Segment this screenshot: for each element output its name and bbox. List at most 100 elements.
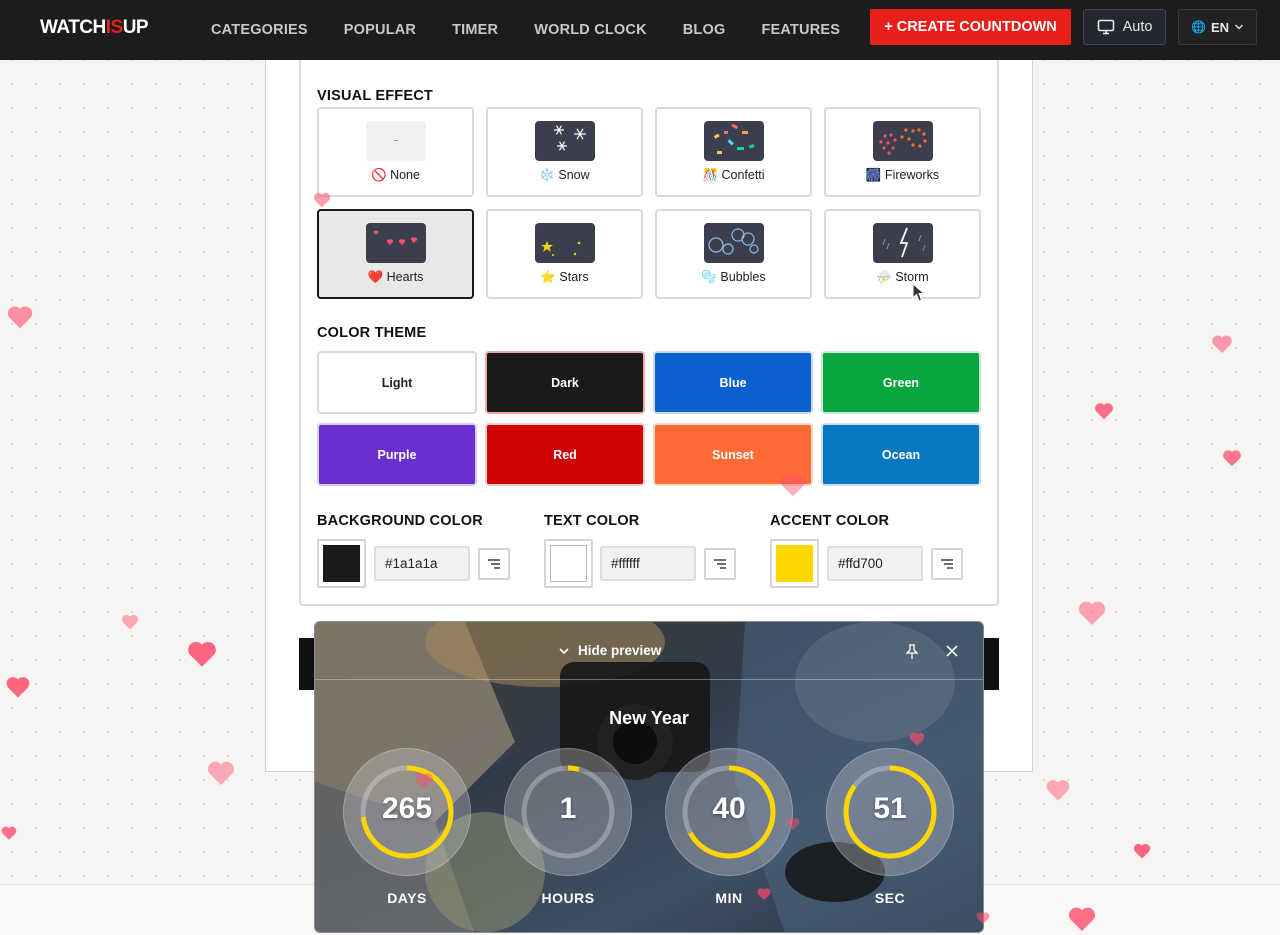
floating-heart-icon [188, 641, 216, 667]
effect-storm[interactable]: ⛈️ Storm [824, 209, 981, 299]
floating-heart-icon [1046, 780, 1070, 801]
effect-label: ⭐ Stars [540, 270, 589, 284]
language-selector[interactable]: 🌐 EN [1178, 9, 1257, 45]
close-icon[interactable] [946, 645, 958, 657]
timer-sec: 51 [826, 748, 954, 876]
floating-heart-icon [1095, 403, 1113, 420]
timer-value: 265 [381, 792, 433, 825]
mouse-cursor-icon [912, 283, 926, 302]
effect-confetti[interactable]: 🎊 Confetti [655, 107, 812, 197]
timer-label: MIN [715, 890, 743, 906]
floating-heart-icon [1078, 601, 1106, 625]
nav-link-timer[interactable]: TIMER [452, 22, 498, 38]
floating-heart-icon [1, 826, 17, 840]
preview-header: Hide preview [315, 622, 983, 680]
nav-links: CATEGORIES POPULAR TIMER WORLD CLOCK BLO… [211, 0, 876, 60]
theme-red[interactable]: Red [485, 423, 645, 486]
hide-preview-button[interactable]: Hide preview [558, 643, 661, 658]
none-icon [366, 121, 426, 161]
logo-part: UP [122, 17, 149, 38]
effect-stars[interactable]: ⭐ Stars [486, 209, 643, 299]
chevron-down-icon [1234, 24, 1244, 30]
nav-link-blog[interactable]: BLOG [683, 22, 726, 38]
text-color-swatch[interactable] [544, 539, 593, 588]
theme-dark[interactable]: Dark [485, 351, 645, 414]
create-countdown-button[interactable]: + CREATE COUNTDOWN [870, 9, 1071, 45]
background-color-menu-button[interactable] [478, 548, 510, 580]
globe-icon: 🌐 [1190, 20, 1206, 34]
lines-icon [714, 559, 726, 569]
effect-label: 🎊 Confetti [702, 168, 765, 182]
floating-heart-icon [1212, 335, 1232, 353]
effect-label: 🎆 Fireworks [865, 168, 940, 182]
accent-color-menu-button[interactable] [931, 548, 963, 580]
storm-icon [873, 223, 933, 263]
theme-green[interactable]: Green [821, 351, 981, 414]
fireworks-icon [873, 121, 933, 161]
visual-effect-heading: VISUAL EFFECT [317, 88, 433, 104]
floating-heart-icon [1223, 450, 1241, 467]
countdown-title: New Year [609, 708, 689, 728]
pin-icon[interactable] [905, 644, 919, 660]
effect-hearts[interactable]: ❤️ Hearts [317, 209, 474, 299]
floating-heart-icon [207, 761, 235, 785]
logo-accent: IS [105, 17, 123, 38]
accent-color-label: ACCENT COLOR [770, 513, 890, 529]
nav-link-world-clock[interactable]: WORLD CLOCK [534, 22, 647, 38]
background-color-swatch[interactable] [317, 539, 366, 588]
nav-link-categories[interactable]: CATEGORIES [211, 22, 308, 38]
text-color-label: TEXT COLOR [544, 513, 640, 529]
accent-color-swatch[interactable] [770, 539, 819, 588]
lines-icon [488, 559, 500, 569]
hide-preview-label: Hide preview [578, 643, 662, 658]
monitor-icon [1097, 19, 1114, 35]
effect-bubbles[interactable]: 🫧 Bubbles [655, 209, 812, 299]
theme-purple[interactable]: Purple [317, 423, 477, 486]
color-theme-heading: COLOR THEME [317, 325, 427, 341]
effect-label: ⛈️ Storm [876, 270, 929, 284]
timer-value: 51 [873, 792, 907, 825]
timer-min: 40 [665, 748, 793, 876]
timer-days: 265 [343, 748, 471, 876]
theme-light[interactable]: Light [317, 351, 477, 414]
floating-heart-icon [121, 614, 139, 630]
display-mode-label: Auto [1122, 19, 1153, 35]
effect-snow[interactable]: ❄️ Snow [486, 107, 643, 197]
countdown-preview: Hide preview New Year 265 DAYS 1 HOURS 40 MIN… [314, 621, 984, 933]
top-navbar: WATCHISUP CATEGORIES POPULAR TIMER WORLD… [0, 0, 1280, 60]
accent-color-input[interactable]: #ffd700 [827, 546, 923, 581]
bubbles-icon [704, 223, 764, 263]
theme-ocean[interactable]: Ocean [821, 423, 981, 486]
logo[interactable]: WATCHISUP [40, 17, 149, 39]
timer-label: SEC [874, 890, 906, 906]
lines-icon [941, 559, 953, 569]
text-color-input[interactable]: #ffffff [600, 546, 696, 581]
timer-label: HOURS [541, 890, 595, 906]
floating-heart-icon [6, 677, 30, 698]
theme-blue[interactable]: Blue [653, 351, 813, 414]
background-color-input[interactable]: #1a1a1a [374, 546, 470, 581]
effect-label: ❄️ Snow [539, 168, 590, 182]
timer-value: 1 [559, 792, 577, 825]
effect-fireworks[interactable]: 🎆 Fireworks [824, 107, 981, 197]
timer-hours: 1 [504, 748, 632, 876]
theme-sunset[interactable]: Sunset [653, 423, 813, 486]
effect-label: 🚫 None [371, 168, 420, 182]
customize-card: VISUAL EFFECT 🚫 None ❄️ Snow 🎊 Confetti … [299, 60, 999, 606]
hearts-icon [366, 223, 426, 263]
timer-label: DAYS [387, 890, 427, 906]
effect-label: ❤️ Hearts [367, 270, 424, 284]
confetti-icon [704, 121, 764, 161]
stars-icon [535, 223, 595, 263]
display-mode-button[interactable]: Auto [1083, 9, 1166, 45]
text-color-menu-button[interactable] [704, 548, 736, 580]
chevron-down-icon [559, 647, 569, 654]
floating-heart-icon [1133, 843, 1151, 859]
effect-none[interactable]: 🚫 None [317, 107, 474, 197]
nav-link-popular[interactable]: POPULAR [344, 22, 416, 38]
effect-label: 🫧 Bubbles [701, 270, 766, 284]
logo-part: WATCH [40, 17, 106, 38]
language-label: EN [1210, 19, 1229, 35]
nav-link-features[interactable]: FEATURES [761, 22, 840, 38]
timer-value: 40 [712, 792, 746, 825]
